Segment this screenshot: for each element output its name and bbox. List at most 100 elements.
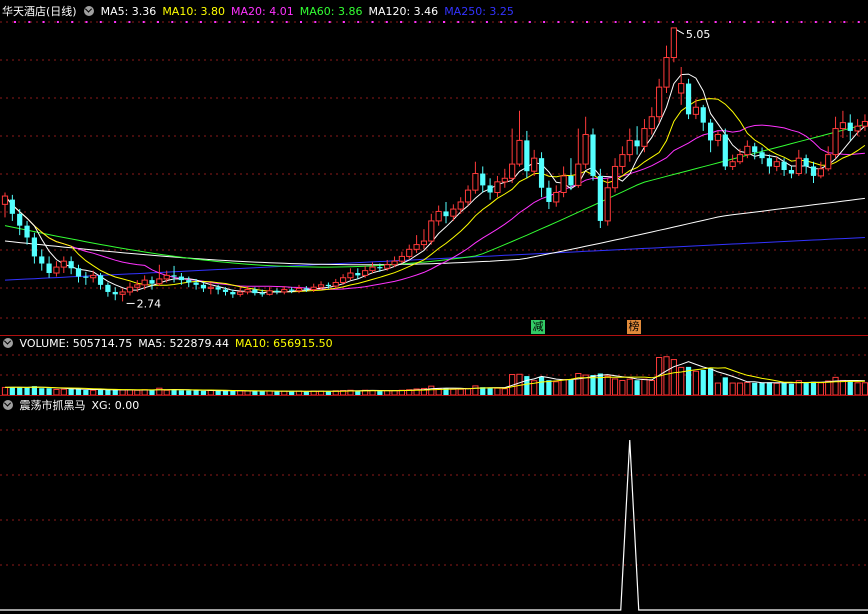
volume-bar [714,382,722,396]
marker-dot [400,21,403,23]
candle-body [1,195,9,205]
marker-dot [271,21,274,23]
volume-bar [663,356,670,396]
candle-body [516,139,523,165]
candle-body [590,134,596,176]
candle [752,142,758,160]
marker-dot [543,21,546,23]
candle [435,205,442,226]
candle-body [310,286,317,291]
candle-body [105,284,111,292]
volume-bar [524,376,530,395]
candle [641,119,648,153]
candle-body [670,27,677,59]
candle [105,282,111,297]
candle [39,249,45,271]
ma-legend: MA5: 3.36 MA10: 3.80 MA20: 4.01 MA60: 3.86 M… [101,5,520,18]
candle-body [428,220,435,242]
marker-dot [500,21,503,23]
candle [524,130,530,179]
marker-dot [157,21,159,23]
candle [156,264,163,287]
marker-dot [199,21,202,23]
ma5-line [4,73,866,294]
candle-body [480,173,486,186]
marker-dot [42,21,45,23]
marker-dot [700,21,703,23]
ma20-line [4,124,865,290]
candle-body [9,199,15,214]
candle-body [90,274,97,279]
marker-dot [800,21,803,23]
candle [46,256,52,278]
candle [538,152,545,198]
volume-bar [634,380,640,395]
collapse-icon[interactable] [84,6,95,16]
candle-body [817,168,824,177]
high-pointer [676,29,685,35]
candle-body [149,280,155,284]
volume-bar [626,378,633,396]
marker-dot [643,21,646,23]
high-label: 5.05 [686,28,711,41]
candle [501,168,508,188]
volume-panel[interactable] [1,356,868,396]
candle-body [626,139,633,156]
candle-body [332,281,339,287]
price-panel[interactable]: 5.05 2.74 [1,27,868,311]
volume-bar [597,373,603,395]
candle-body [443,211,449,217]
indicator-panel[interactable] [0,439,868,611]
candle [53,261,60,277]
chart-canvas[interactable]: 5.05 2.74 [0,0,868,614]
candle [700,104,706,131]
candle-body [46,263,52,274]
candle-body [678,83,685,94]
candle-body [303,288,309,290]
candle [119,288,126,302]
candle-body [237,291,244,295]
volume-legend: VOLUME: 505714.75 MA5: 522879.44 MA10: 656… [20,337,339,350]
volume-bar [568,379,574,395]
candle-body [509,163,516,179]
candle-body [832,128,839,156]
signal-tag-reduce[interactable]: 减 [531,320,545,334]
signal-tag-rank[interactable]: 榜 [627,320,641,334]
indicator-label-1: XG: 0.00 [91,399,140,412]
volume-ma5-line [4,361,865,392]
marker-dot [443,21,445,23]
collapse-icon[interactable] [3,400,13,410]
candle [810,161,817,184]
candle [464,185,472,206]
candle [803,154,809,174]
candle [487,178,493,200]
candle [60,256,67,274]
candle-body [457,201,464,210]
candle [759,147,765,165]
ma-label-1: MA10: 3.80 [162,5,226,18]
candle-body [340,277,347,283]
candle-body [369,266,376,272]
candle [509,128,516,184]
candle [670,27,677,63]
candle-body [501,177,508,183]
candle-body [230,291,236,295]
candle-body [729,161,736,167]
marker-dot [757,21,760,23]
marker-dot [857,21,860,23]
candle-body [766,158,772,167]
volume-bar [428,385,435,396]
volume-bar [619,379,626,396]
low-label: 2.74 [137,297,162,310]
panel-divider[interactable] [0,395,868,396]
collapse-icon[interactable] [3,338,13,348]
volume-bar [773,382,780,396]
volume-bar [736,382,744,396]
marker-dot [285,21,288,23]
volume-bar [546,380,552,395]
volume-bar [825,380,832,396]
candle [126,282,134,296]
candle-body [420,240,428,246]
candle-body [611,165,619,189]
candle [355,268,361,279]
